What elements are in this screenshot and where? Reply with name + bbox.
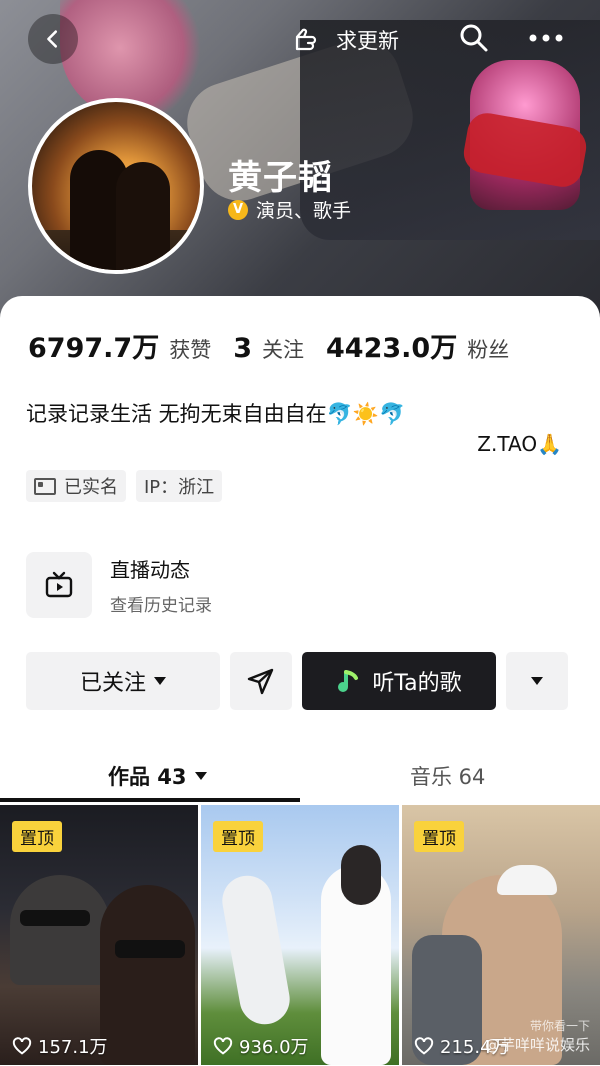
- more-actions-button[interactable]: [506, 652, 568, 710]
- request-update-button[interactable]: 求更新: [294, 22, 399, 58]
- video-grid: 置顶 157.1万 置顶 936.0万 置顶 215.4万 带你看一下 @芋咩咩…: [0, 805, 600, 1065]
- tab-music-label: 音乐 64: [410, 765, 486, 789]
- bio-signature: Z.TAO🙏: [477, 432, 562, 456]
- video-likes: 157.1万: [12, 1033, 108, 1059]
- stat-followers[interactable]: 4423.0万 粉丝: [326, 326, 509, 365]
- stat-following-value: 3: [233, 333, 252, 364]
- watermark-line-1: 带你看一下: [529, 1019, 590, 1033]
- tag-real-name: 已实名: [26, 470, 126, 502]
- pinned-badge: 置顶: [213, 821, 263, 852]
- pinned-badge: 置顶: [414, 821, 464, 852]
- tag-ip-location: IP：浙江: [136, 470, 223, 502]
- profile-header-background: 求更新 黄子韬 V 演员、歌手: [0, 0, 600, 330]
- pinned-badge: 置顶: [12, 821, 62, 852]
- heart-icon: [213, 1037, 233, 1055]
- listen-songs-label: 听Ta的歌: [372, 671, 462, 696]
- video-likes-count: 936.0万: [239, 1037, 309, 1058]
- caret-down-icon: [531, 677, 543, 685]
- live-title: 直播动态: [110, 558, 190, 582]
- stat-followers-label: 粉丝: [467, 338, 510, 362]
- followed-button[interactable]: 已关注: [26, 652, 220, 710]
- pointing-hand-icon: [295, 28, 317, 51]
- stat-likes[interactable]: 6797.7万 获赞: [28, 326, 211, 365]
- followed-label: 已关注: [79, 671, 146, 696]
- watermark: 带你看一下 @芋咩咩说娱乐: [485, 1017, 590, 1055]
- id-card-icon: [34, 477, 56, 495]
- caret-down-icon: [194, 772, 207, 780]
- video-thumbnail-3[interactable]: 置顶 215.4万 带你看一下 @芋咩咩说娱乐: [402, 805, 600, 1065]
- music-note-icon: [338, 670, 359, 692]
- active-tab-indicator: [0, 798, 300, 802]
- search-icon: [460, 24, 488, 52]
- more-dots-icon: [529, 34, 563, 42]
- stats-row: 6797.7万 获赞 3 关注 4423.0万 粉丝: [28, 326, 531, 365]
- stat-following-label: 关注: [262, 338, 304, 362]
- tab-music[interactable]: 音乐 64: [410, 752, 485, 800]
- content-tabs: 作品 43 音乐 64: [0, 752, 600, 800]
- tag-ip-label: IP：浙江: [144, 477, 215, 498]
- video-likes-count: 157.1万: [38, 1037, 108, 1058]
- profile-name: 黄子韬: [228, 158, 333, 198]
- profile-tags: 已实名 IP：浙江: [26, 470, 223, 502]
- tag-real-name-label: 已实名: [64, 477, 118, 498]
- avatar[interactable]: [28, 98, 204, 274]
- send-icon: [247, 668, 274, 695]
- stat-likes-value: 6797.7万: [28, 333, 160, 364]
- verified-badge-icon: V: [228, 199, 248, 220]
- profile-card: 6797.7万 获赞 3 关注 4423.0万 粉丝 记录记录生活 无拘无束自由…: [0, 296, 600, 1066]
- bio-text: 记录记录生活 无拘无束自由自在🐬☀️🐬: [26, 402, 406, 426]
- search-button[interactable]: [456, 20, 492, 56]
- tv-icon: [26, 552, 92, 618]
- stat-likes-label: 获赞: [169, 338, 212, 362]
- verification-row: V 演员、歌手: [228, 196, 351, 223]
- video-likes: 936.0万: [213, 1033, 309, 1059]
- stat-following[interactable]: 3 关注: [233, 333, 304, 364]
- tab-works[interactable]: 作品 43: [108, 752, 207, 800]
- chevron-left-icon: [47, 30, 58, 48]
- live-history-entry[interactable]: 直播动态 查看历史记录: [26, 552, 212, 618]
- back-button[interactable]: [28, 14, 78, 64]
- watermark-line-2: @芋咩咩说娱乐: [484, 1036, 590, 1054]
- heart-icon: [12, 1037, 32, 1055]
- listen-songs-button[interactable]: 听Ta的歌: [302, 652, 496, 710]
- tab-works-label: 作品 43: [108, 765, 187, 789]
- video-thumbnail-2[interactable]: 置顶 936.0万: [201, 805, 399, 1065]
- verification-text: 演员、歌手: [256, 200, 352, 222]
- caret-down-icon: [154, 677, 166, 685]
- request-update-label: 求更新: [336, 29, 399, 53]
- stat-followers-value: 4423.0万: [326, 333, 458, 364]
- heart-icon: [414, 1037, 434, 1055]
- share-button[interactable]: [230, 652, 292, 710]
- video-thumbnail-1[interactable]: 置顶 157.1万: [0, 805, 198, 1065]
- action-buttons: 已关注 听Ta的歌: [26, 652, 568, 710]
- more-options-button[interactable]: [524, 20, 568, 56]
- live-subtitle: 查看历史记录: [110, 596, 212, 616]
